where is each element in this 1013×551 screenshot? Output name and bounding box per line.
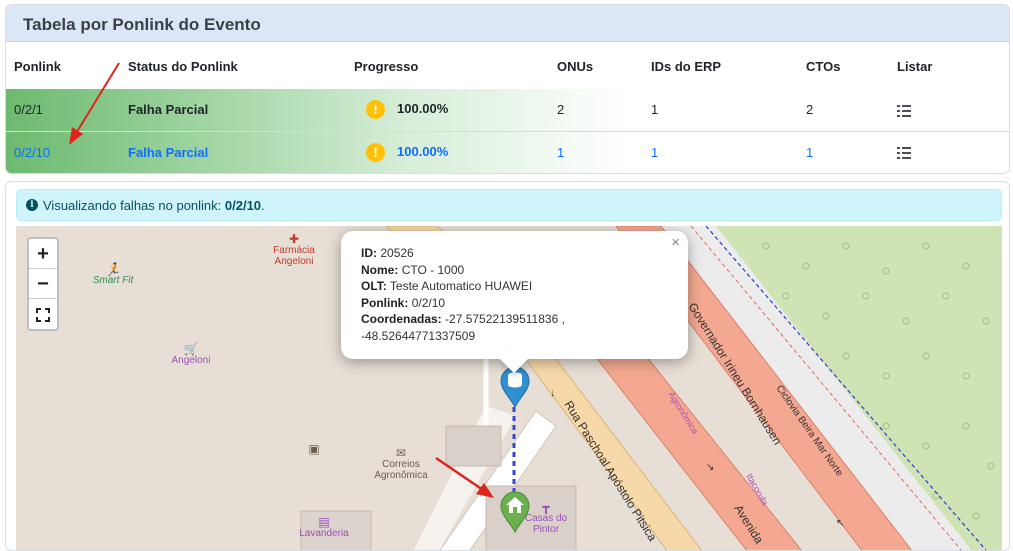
house-marker-icon[interactable] [500, 491, 530, 533]
col-status: Status do Ponlink [128, 59, 238, 74]
table-row[interactable]: 0/2/1 Falha Parcial ! 100.00% 2 1 2 [6, 89, 1009, 132]
progress-value: 100.00% [397, 143, 449, 159]
poi-correios: ✉ Correios Agronômica [371, 446, 431, 481]
zoom-controls: + − [27, 237, 59, 331]
erp-cell: 1 [651, 144, 659, 160]
zoom-out-button[interactable]: − [29, 269, 57, 299]
col-progress: Progresso [354, 59, 419, 74]
list-icon[interactable] [897, 104, 911, 117]
svg-text:↓: ↓ [550, 388, 555, 399]
atm-icon: ▣ [308, 442, 320, 456]
fitness-icon: 🏃 [104, 262, 122, 277]
pharmacy-icon: ✚ [288, 232, 300, 246]
alert-text: Visualizando falhas no ponlink: [43, 198, 225, 213]
warning-icon: ! [366, 100, 385, 120]
poi-lavanderia: ▤ Lavanderia [296, 515, 352, 539]
poi-label: Angeloni [171, 355, 211, 366]
popup-olt: OLT: Teste Automatico HUAWEI [361, 279, 533, 293]
map-card: i Visualizando falhas no ponlink: 0/2/10… [5, 181, 1010, 551]
ctos-cell: 1 [806, 144, 814, 160]
shopping-cart-icon: 🛒 [183, 342, 199, 356]
alert-ponlink: 0/2/10 [224, 198, 262, 213]
col-listar: Listar [897, 59, 933, 74]
progress-cell: ! 100.00% [354, 131, 557, 173]
info-alert: i Visualizando falhas no ponlink: 0/2/10… [16, 189, 1002, 221]
alert-suffix: . [261, 198, 265, 213]
onus-cell: 1 [557, 144, 565, 160]
progress-value: 100.00% [397, 101, 449, 117]
poi-angeloni: 🛒 Angeloni [166, 342, 216, 366]
table-row-selected[interactable]: 0/2/10 Falha Parcial ! 100.00% 1 1 1 [6, 131, 1009, 173]
erp-cell: 1 [651, 89, 806, 132]
warning-icon: ! [366, 142, 385, 162]
table-header-row: Ponlink Status do Ponlink Progresso ONUs… [6, 42, 1009, 89]
svg-text:↖: ↖ [836, 518, 844, 529]
laundry-icon: ▤ [318, 515, 330, 529]
listar-cell [897, 89, 1009, 132]
col-ctos: CTOs [806, 59, 841, 74]
info-icon: i [26, 199, 38, 211]
poi-label: Correios [382, 459, 420, 470]
popup-coordenadas: Coordenadas: -27.57522139511836 , [361, 312, 565, 326]
map-canvas[interactable]: Rua Paschoal Apóstolo Pitsica Governador… [16, 226, 1002, 550]
poi-label: Smart Fit [92, 275, 134, 286]
status-cell: Falha Parcial [128, 144, 209, 160]
poi-atm: ▣ [306, 442, 322, 456]
popup-coordenadas-2: -48.52644771337509 [361, 328, 476, 343]
mail-icon: ✉ [395, 446, 407, 460]
poi-label: Lavanderia [299, 528, 349, 539]
popup-ponlink: Ponlink: 0/2/10 [361, 295, 446, 310]
status-cell: Falha Parcial [128, 89, 354, 132]
progress-cell: ! 100.00% [354, 89, 557, 132]
popup-id: ID: 20526 [361, 246, 414, 260]
ponlink-table-card: Tabela por Ponlink do Evento Ponlink Sta… [5, 4, 1010, 174]
list-icon[interactable] [897, 147, 911, 160]
popup-nome: Nome: CTO - 1000 [361, 262, 465, 277]
col-erp: IDs do ERP [651, 59, 722, 74]
fullscreen-button[interactable] [29, 299, 57, 329]
poi-smartfit: 🏃 Smart Fit [88, 262, 138, 286]
poi-farmacia: ✚ Farmácia Angeloni [266, 232, 322, 267]
poi-label: Agronômica [374, 470, 428, 481]
annotation-arrow-icon [69, 62, 120, 145]
ctos-cell: 2 [806, 89, 897, 132]
listar-cell [897, 131, 1009, 173]
cto-popup: × ID: 20526 Nome: CTO - 1000 OLT: Teste … [341, 231, 688, 374]
svg-text:↘: ↘ [706, 462, 714, 473]
onus-cell: 2 [557, 89, 651, 132]
poi-label: Farmácia [273, 245, 315, 256]
cto-marker-icon[interactable] [500, 366, 530, 408]
ponlink-table: Ponlink Status do Ponlink Progresso ONUs… [6, 42, 1009, 173]
card-title: Tabela por Ponlink do Evento [6, 5, 1009, 42]
popup-close-button[interactable]: × [671, 234, 680, 252]
zoom-in-button[interactable]: + [29, 239, 57, 269]
fullscreen-icon [36, 307, 50, 322]
poi-label: Angeloni [274, 256, 314, 267]
col-onus: ONUs [557, 59, 594, 74]
